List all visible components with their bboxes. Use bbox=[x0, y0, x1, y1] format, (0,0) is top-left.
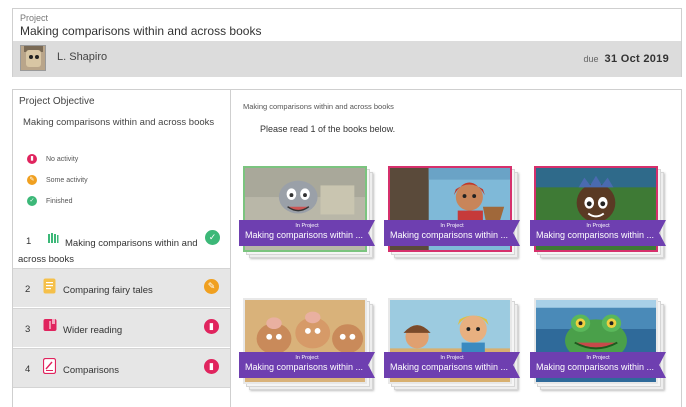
book-banner: In Project Making comparisons within ... bbox=[239, 220, 375, 246]
avatar bbox=[20, 45, 46, 71]
step-number: 2 bbox=[25, 284, 31, 295]
due-date: due 31 Oct 2019 bbox=[583, 53, 669, 65]
step-item-4[interactable]: 4 Comparisons ▮ bbox=[13, 348, 230, 388]
legend-no-activity: ▮ No activity bbox=[27, 153, 78, 165]
minus-icon: ▮ bbox=[204, 319, 219, 334]
book-status: In Project bbox=[440, 355, 464, 361]
book-title: Making comparisons within ... bbox=[536, 230, 655, 240]
step-item-2[interactable]: 2 Comparing fairy tales ✎ bbox=[13, 268, 230, 307]
minus-icon: ▮ bbox=[204, 359, 219, 374]
book-card-4[interactable]: In Project Making comparisons within ... bbox=[239, 298, 375, 390]
instruction-text: Please read 1 of the books below. bbox=[260, 124, 396, 134]
section-title: Making comparisons within and across boo… bbox=[243, 102, 394, 111]
book-card-2[interactable]: In Project Making comparisons within ... bbox=[384, 166, 520, 258]
book-icon bbox=[43, 278, 56, 297]
legend-label: Some activity bbox=[46, 176, 88, 184]
book-banner: In Project Making comparisons within ... bbox=[530, 352, 666, 378]
project-label: Project bbox=[20, 13, 49, 23]
book-list-panel: Making comparisons within and across boo… bbox=[231, 89, 682, 407]
project-title: Making comparisons within and across boo… bbox=[20, 24, 262, 38]
book-card-5[interactable]: In Project Making comparisons within ... bbox=[384, 298, 520, 390]
legend-finished: ✓ Finished bbox=[27, 195, 72, 207]
project-header: Project Making comparisons within and ac… bbox=[12, 8, 682, 77]
pencil-icon: ✎ bbox=[27, 175, 37, 185]
objective-label: Project Objective bbox=[19, 96, 95, 107]
objective-panel: Project Objective Making comparisons wit… bbox=[12, 89, 231, 407]
check-icon: ✓ bbox=[27, 196, 37, 206]
due-date-value: 31 Oct 2019 bbox=[604, 53, 669, 65]
book-card-6[interactable]: In Project Making comparisons within ... bbox=[530, 298, 666, 390]
legend-label: Finished bbox=[46, 197, 73, 205]
book-title: Making comparisons within ... bbox=[245, 362, 364, 372]
step-item-1[interactable]: 1 Making comparisons within and across b… bbox=[13, 226, 230, 268]
due-prefix: due bbox=[583, 54, 599, 64]
step-label: Comparing fairy tales bbox=[63, 285, 153, 296]
book-title: Making comparisons within ... bbox=[390, 230, 509, 240]
step-number: 3 bbox=[25, 324, 31, 335]
book-status: In Project bbox=[295, 355, 319, 361]
book-banner: In Project Making comparisons within ... bbox=[530, 220, 666, 246]
step-number: 4 bbox=[25, 364, 31, 375]
book-status: In Project bbox=[586, 355, 610, 361]
step-label: Making comparisons within and across boo… bbox=[18, 238, 198, 265]
step-item-3[interactable]: 3 Wider reading ▮ bbox=[13, 308, 230, 347]
book-status: In Project bbox=[586, 223, 610, 229]
book-banner: In Project Making comparisons within ... bbox=[239, 352, 375, 378]
book-card-3[interactable]: In Project Making comparisons within ... bbox=[530, 166, 666, 258]
book-banner: In Project Making comparisons within ... bbox=[384, 352, 520, 378]
legend-some-activity: ✎ Some activity bbox=[27, 174, 88, 186]
book-title: Making comparisons within ... bbox=[245, 230, 364, 240]
book-status: In Project bbox=[440, 223, 464, 229]
check-icon: ✓ bbox=[205, 230, 220, 245]
step-label: Wider reading bbox=[63, 325, 123, 336]
book-status: In Project bbox=[295, 223, 319, 229]
legend-label: No activity bbox=[46, 155, 79, 163]
step-label: Comparisons bbox=[63, 365, 119, 376]
book-title: Making comparisons within ... bbox=[390, 362, 509, 372]
user-name: L. Shapiro bbox=[57, 51, 108, 63]
pencil-icon: ✎ bbox=[204, 279, 219, 294]
book-icon bbox=[43, 318, 57, 335]
objective-text: Making comparisons within and across boo… bbox=[23, 117, 215, 128]
book-banner: In Project Making comparisons within ... bbox=[384, 220, 520, 246]
minus-icon: ▮ bbox=[27, 154, 37, 164]
book-title: Making comparisons within ... bbox=[536, 362, 655, 372]
clipboard-icon bbox=[42, 357, 57, 377]
user-bar: L. Shapiro due 31 Oct 2019 bbox=[13, 41, 681, 77]
book-card-1[interactable]: In Project Making comparisons within ... bbox=[239, 166, 375, 258]
